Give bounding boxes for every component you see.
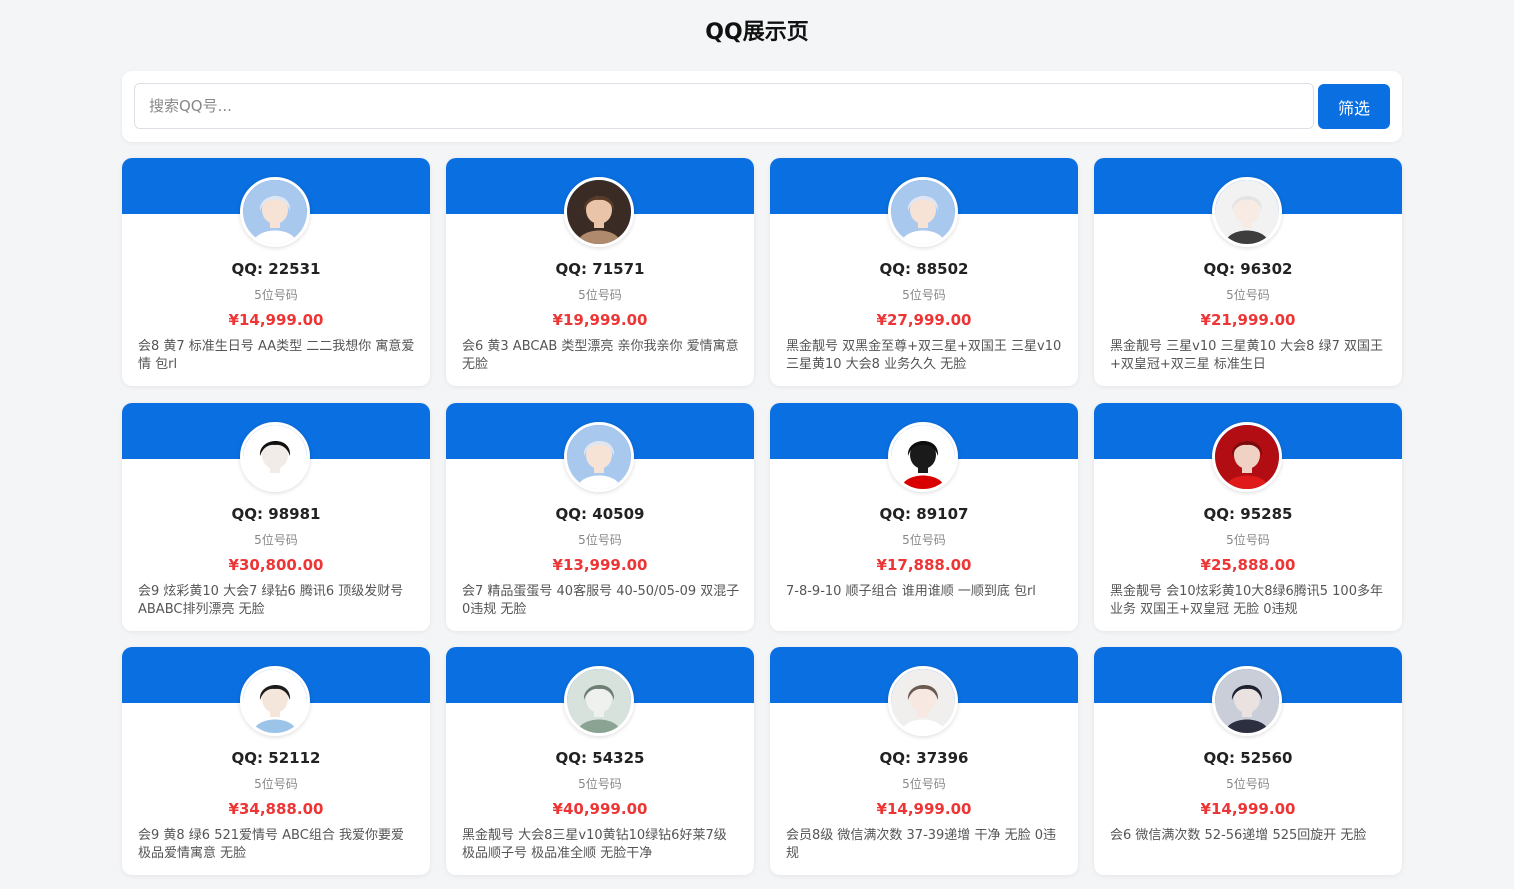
card-price: ¥19,999.00 (552, 311, 648, 329)
qq-card[interactable]: QQ: 22531 5位号码 ¥14,999.00 会8 黄7 标准生日号 AA类型 … (122, 158, 430, 386)
avatar (240, 177, 310, 247)
avatar-image (243, 424, 307, 489)
card-desc: 黑金靓号 会10炫彩黄10大8绿6腾讯5 100多年业务 双国王+双皇冠 无脸 … (1110, 583, 1383, 617)
card-qq-number: QQ: 98981 (231, 504, 321, 523)
avatar (1212, 177, 1282, 247)
avatar-image (567, 669, 631, 733)
avatar-image (1215, 180, 1279, 244)
avatar (240, 421, 310, 492)
search-panel: 筛选 (122, 71, 1402, 142)
card-qq-number: QQ: 37396 (879, 749, 969, 767)
qq-card[interactable]: QQ: 52112 5位号码 ¥34,888.00 会9 黄8 绿6 521爱情号 A… (122, 647, 430, 875)
card-price: ¥14,999.00 (876, 800, 972, 818)
card-desc: 会7 精品蛋蛋号 40客服号 40-50/05-09 双混子 0违规 无脸 (462, 583, 740, 617)
qq-card[interactable]: QQ: 52560 5位号码 ¥14,999.00 会6 微信满次数 52-56递增 … (1094, 647, 1402, 875)
qq-card[interactable]: QQ: 37396 5位号码 ¥14,999.00 会员8级 微信满次数 37-39递… (770, 647, 1078, 875)
card-qq-number: QQ: 71571 (555, 260, 645, 278)
card-desc: 会6 微信满次数 52-56递增 525回旋开 无脸 (1110, 828, 1367, 843)
avatar (1212, 421, 1282, 492)
qq-card[interactable]: QQ: 40509 5位号码 ¥13,999.00 会7 精品蛋蛋号 40客服号 40… (446, 402, 754, 631)
card-digits: 5位号码 (1226, 532, 1270, 547)
card-price: ¥40,999.00 (552, 800, 648, 818)
card-desc: 黑金靓号 三星v10 三星黄10 大会8 绿7 双国王+双皇冠+双三星 标准生日 (1110, 339, 1383, 372)
card-desc: 黑金靓号 大会8三星v10黄钻10绿钻6好莱7级 极品顺子号 极品准全顺 无脸干… (462, 828, 727, 861)
avatar (888, 666, 958, 736)
avatar-image (243, 180, 307, 244)
card-price: ¥14,999.00 (1200, 800, 1296, 818)
avatar-image (567, 424, 631, 489)
card-digits: 5位号码 (1226, 777, 1270, 791)
card-desc: 7-8-9-10 顺子组合 谁用谁顺 一顺到底 包rl (786, 583, 1036, 599)
avatar-image (1215, 669, 1279, 733)
card-price: ¥30,800.00 (228, 555, 324, 574)
card-desc: 会6 黄3 ABCAB 类型漂亮 亲你我亲你 爱情寓意 无脸 (462, 339, 739, 372)
card-desc: 会员8级 微信满次数 37-39递增 干净 无脸 0违规 (786, 828, 1056, 861)
card-desc: 黑金靓号 双黑金至尊+双三星+双国王 三星v10 三星黄10 大会8 业务久久 … (786, 339, 1062, 372)
card-price: ¥34,888.00 (228, 800, 324, 818)
card-desc: 会8 黄7 标准生日号 AA类型 二二我想你 寓意爱情 包rl (138, 339, 415, 372)
card-digits: 5位号码 (1226, 288, 1270, 302)
card-qq-number: QQ: 54325 (555, 749, 645, 767)
filter-button[interactable]: 筛选 (1318, 84, 1390, 129)
card-digits: 5位号码 (578, 777, 622, 791)
card-digits: 5位号码 (254, 777, 298, 791)
card-price: ¥13,999.00 (552, 555, 648, 574)
avatar-image (891, 669, 955, 733)
avatar (564, 666, 634, 736)
card-digits: 5位号码 (254, 288, 298, 302)
qq-card[interactable]: QQ: 96302 5位号码 ¥21,999.00 黑金靓号 三星v10 三星黄10 … (1094, 158, 1402, 386)
card-digits: 5位号码 (902, 777, 946, 791)
avatar (888, 177, 958, 247)
card-desc: 会9 黄8 绿6 521爱情号 ABC组合 我爱你要爱 极品爱情寓意 无脸 (138, 828, 404, 861)
search-input[interactable] (134, 83, 1314, 129)
card-digits: 5位号码 (578, 288, 622, 302)
qq-card[interactable]: QQ: 88502 5位号码 ¥27,999.00 黑金靓号 双黑金至尊+双三星+双国… (770, 158, 1078, 386)
qq-card[interactable]: QQ: 89107 5位号码 ¥17,888.00 7-8-9-10 顺子组合 谁用谁… (770, 402, 1078, 631)
card-price: ¥21,999.00 (1200, 311, 1296, 329)
card-digits: 5位号码 (254, 532, 298, 547)
qq-card[interactable]: QQ: 95285 5位号码 ¥25,888.00 黑金靓号 会10炫彩黄10大8绿6… (1094, 402, 1402, 631)
avatar-image (1215, 424, 1279, 489)
card-qq-number: QQ: 40509 (555, 504, 645, 523)
card-price: ¥17,888.00 (876, 555, 972, 574)
avatar (564, 421, 634, 492)
card-price: ¥25,888.00 (1200, 555, 1296, 574)
card-qq-number: QQ: 89107 (879, 504, 969, 523)
card-desc: 会9 炫彩黄10 大会7 绿钻6 腾讯6 顶级发财号 ABABC排列漂亮 无脸 (138, 583, 404, 617)
card-price: ¥14,999.00 (228, 311, 324, 329)
qq-card[interactable]: QQ: 98981 5位号码 ¥30,800.00 会9 炫彩黄10 大会7 绿钻6 … (122, 402, 430, 631)
avatar (888, 421, 958, 492)
card-price: ¥27,999.00 (876, 311, 972, 329)
avatar (1212, 666, 1282, 736)
card-digits: 5位号码 (902, 532, 946, 547)
avatar-image (243, 669, 307, 733)
page-title: QQ展示页 (705, 20, 809, 45)
avatar-image (891, 424, 955, 489)
card-qq-number: QQ: 96302 (1203, 260, 1293, 278)
avatar (240, 666, 310, 736)
qq-card[interactable]: QQ: 71571 5位号码 ¥19,999.00 会6 黄3 ABCAB 类型漂亮 … (446, 158, 754, 386)
card-digits: 5位号码 (902, 288, 946, 302)
avatar-image (891, 180, 955, 244)
card-qq-number: QQ: 52560 (1203, 749, 1293, 767)
card-qq-number: QQ: 52112 (231, 749, 321, 767)
card-qq-number: QQ: 95285 (1203, 504, 1293, 523)
qq-card[interactable]: QQ: 54325 5位号码 ¥40,999.00 黑金靓号 大会8三星v10黄钻10… (446, 647, 754, 875)
avatar-image (567, 180, 631, 244)
card-digits: 5位号码 (578, 532, 622, 547)
avatar (564, 177, 634, 247)
card-qq-number: QQ: 22531 (231, 260, 321, 278)
card-qq-number: QQ: 88502 (879, 260, 969, 278)
